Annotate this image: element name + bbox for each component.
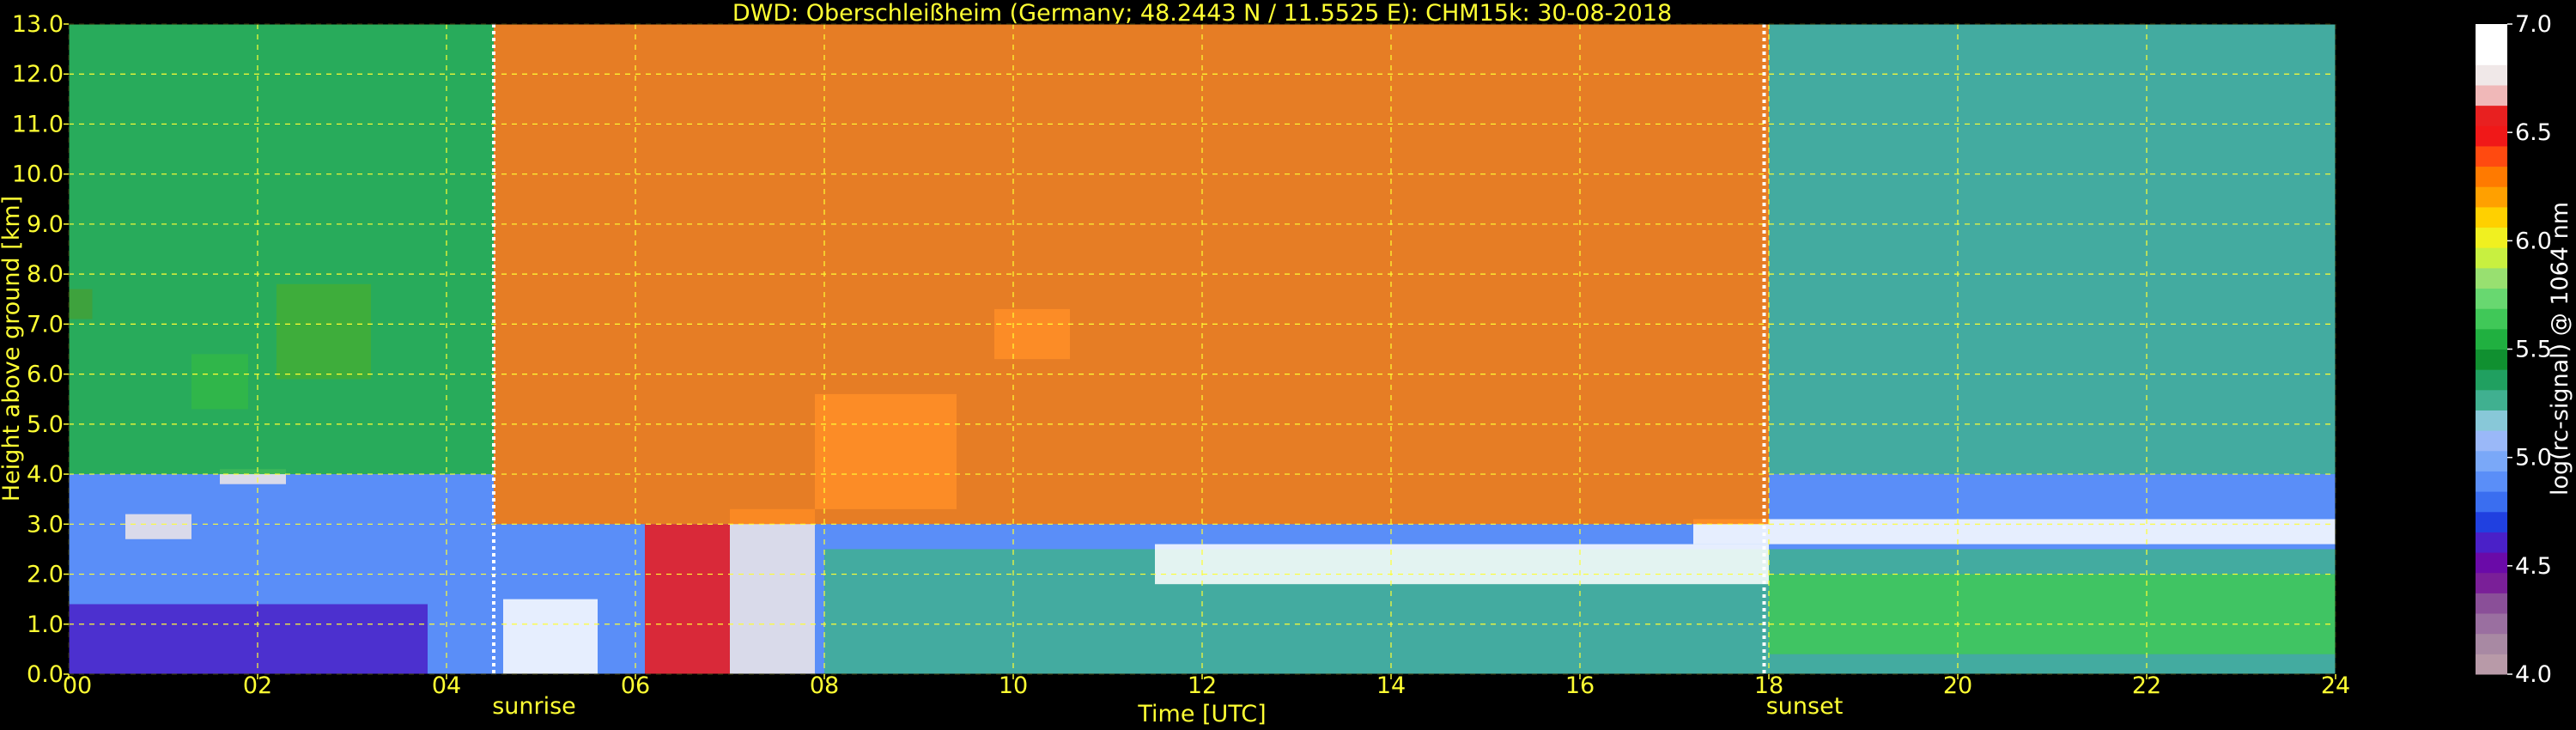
colorbar-segment bbox=[2476, 166, 2507, 187]
colorbar-tick-label: 7.0 bbox=[2515, 11, 2552, 38]
colorbar-segment bbox=[2476, 572, 2507, 593]
colorbar-segment bbox=[2476, 349, 2507, 370]
colorbar-segment bbox=[2476, 206, 2507, 228]
data-region bbox=[503, 599, 598, 674]
colorbar-segment bbox=[2476, 44, 2507, 65]
colorbar-segment bbox=[2476, 84, 2507, 106]
colorbar-segment bbox=[2476, 450, 2507, 471]
data-region bbox=[645, 524, 730, 674]
colorbar-segment bbox=[2476, 125, 2507, 147]
colorbar-segment bbox=[2476, 430, 2507, 452]
colorbar-segment bbox=[2476, 227, 2507, 248]
colorbar-segment bbox=[2476, 389, 2507, 411]
colorbar-segment bbox=[2476, 654, 2507, 675]
x-axis-label: Time [UTC] bbox=[1137, 701, 1266, 727]
x-tick-label: 22 bbox=[2132, 672, 2161, 699]
y-tick-label: 10.0 bbox=[12, 161, 64, 188]
y-tick-label: 6.0 bbox=[27, 362, 64, 388]
colorbar-segment bbox=[2476, 613, 2507, 635]
colorbar-segment bbox=[2476, 532, 2507, 553]
x-tick-label: 12 bbox=[1188, 672, 1217, 699]
y-tick-label: 4.0 bbox=[27, 461, 64, 488]
y-axis-label: Height above ground [km] bbox=[0, 196, 25, 502]
x-tick-label: 18 bbox=[1754, 672, 1783, 699]
colorbar-segment bbox=[2476, 247, 2507, 269]
colorbar-segment bbox=[2476, 186, 2507, 208]
colorbar-segment bbox=[2476, 24, 2507, 46]
data-region bbox=[1693, 519, 2336, 544]
data-region bbox=[125, 514, 191, 539]
colorbar-tick-label: 6.5 bbox=[2515, 119, 2552, 146]
data-region bbox=[1769, 24, 2336, 475]
data-region bbox=[1155, 544, 1769, 585]
colorbar-segment bbox=[2476, 105, 2507, 126]
y-tick-label: 7.0 bbox=[27, 311, 64, 338]
colorbar bbox=[2476, 24, 2507, 675]
colorbar-label: log(rc-signal) @ 1064 nm bbox=[2547, 202, 2573, 496]
x-tick-label: 02 bbox=[243, 672, 272, 699]
x-tick-label: 06 bbox=[621, 672, 650, 699]
colorbar-segment bbox=[2476, 471, 2507, 492]
chart-title: DWD: Oberschleißheim (Germany; 48.2443 N… bbox=[732, 0, 1672, 27]
colorbar-segment bbox=[2476, 552, 2507, 574]
x-tick-label: 04 bbox=[432, 672, 461, 699]
data-region bbox=[69, 24, 494, 475]
y-tick-label: 1.0 bbox=[27, 611, 64, 638]
x-tick-label: 14 bbox=[1376, 672, 1406, 699]
colorbar-segment bbox=[2476, 593, 2507, 614]
y-tick-label: 0.0 bbox=[27, 661, 64, 688]
y-tick-label: 12.0 bbox=[12, 61, 64, 88]
x-tick-label: 24 bbox=[2321, 672, 2350, 699]
colorbar-segment bbox=[2476, 145, 2507, 167]
x-tick-label: 08 bbox=[810, 672, 839, 699]
colorbar-segment bbox=[2476, 288, 2507, 309]
y-tick-label: 3.0 bbox=[27, 511, 64, 538]
colorbar-segment bbox=[2476, 511, 2507, 532]
colorbar-segment bbox=[2476, 267, 2507, 289]
ceilometer-chart: DWD: Oberschleißheim (Germany; 48.2443 N… bbox=[0, 0, 2576, 730]
colorbar-tick-label: 4.5 bbox=[2515, 553, 2552, 580]
data-region bbox=[730, 508, 815, 674]
y-tick-label: 8.0 bbox=[27, 261, 64, 288]
colorbar-segment bbox=[2476, 328, 2507, 350]
x-tick-label: 20 bbox=[1943, 672, 1972, 699]
data-region bbox=[1769, 574, 2336, 654]
event-label-sunrise: sunrise bbox=[492, 693, 576, 720]
y-tick-label: 2.0 bbox=[27, 562, 64, 588]
x-tick-label: 00 bbox=[63, 672, 92, 699]
y-tick-label: 13.0 bbox=[12, 11, 64, 38]
colorbar-segment bbox=[2476, 369, 2507, 391]
colorbar-tick-label: 4.0 bbox=[2515, 661, 2552, 688]
y-tick-label: 5.0 bbox=[27, 411, 64, 438]
y-tick-label: 9.0 bbox=[27, 211, 64, 238]
colorbar-ticks: 4.04.55.05.56.06.57.0 bbox=[2507, 11, 2552, 688]
x-axis: 00 02 04 06 08 10 12 14 16 18 20 22 24 bbox=[63, 672, 2350, 699]
y-tick-label: 11.0 bbox=[12, 111, 64, 137]
colorbar-segment bbox=[2476, 64, 2507, 86]
x-tick-label: 16 bbox=[1565, 672, 1595, 699]
colorbar-segment bbox=[2476, 633, 2507, 654]
colorbar-segment bbox=[2476, 410, 2507, 431]
colorbar-segment bbox=[2476, 491, 2507, 513]
data-region bbox=[69, 604, 428, 674]
chart-svg: DWD: Oberschleißheim (Germany; 48.2443 N… bbox=[0, 0, 2573, 727]
colorbar-segment bbox=[2476, 308, 2507, 330]
x-tick-label: 10 bbox=[999, 672, 1028, 699]
